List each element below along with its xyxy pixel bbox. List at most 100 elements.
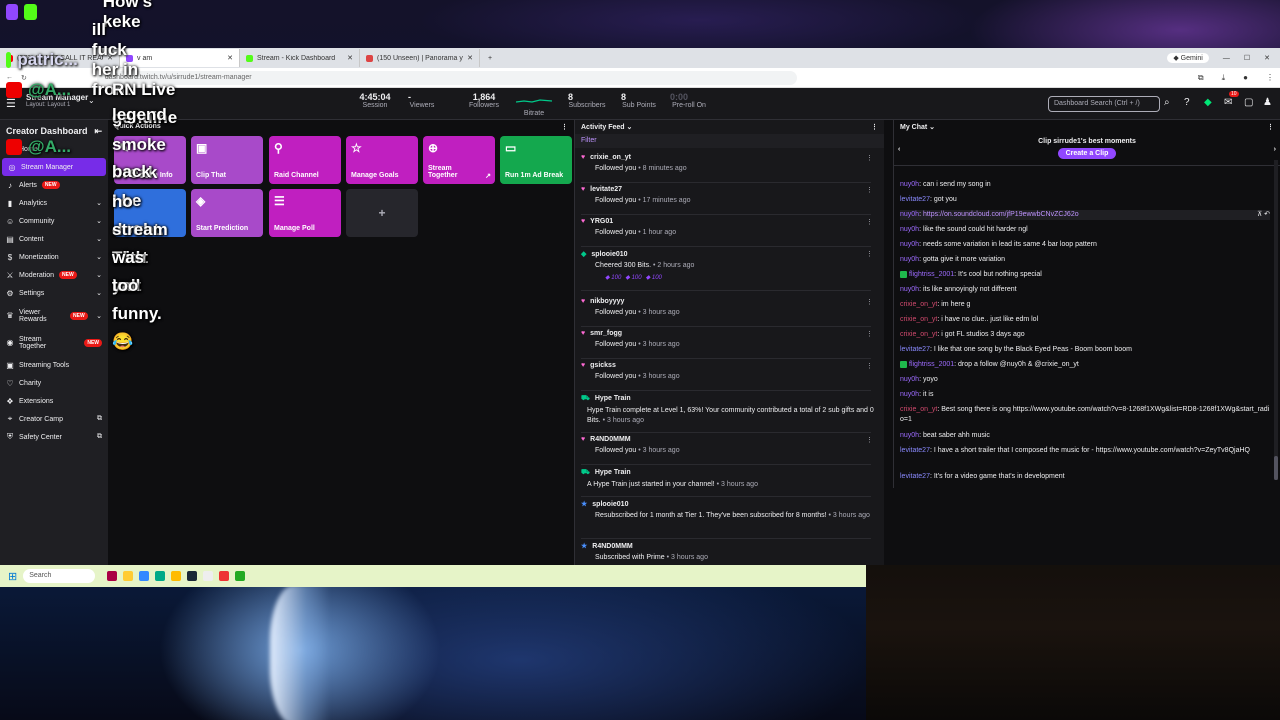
help-icon[interactable]: ? [1184, 97, 1190, 108]
sidebar-item-creator-camp[interactable]: ⌖ Creator Camp ⧉ [0, 410, 108, 428]
edge-icon[interactable] [155, 571, 166, 581]
chat-title[interactable]: My Chat ⌄ ⋮ [894, 120, 1280, 134]
more-icon[interactable]: ⋮ [866, 250, 873, 258]
sidebar-item-moderation[interactable]: ⚔ Moderation NEW ⌄ [0, 266, 108, 284]
gemini-button[interactable]: ◆ Gemini [1167, 53, 1209, 63]
sidebar-item-monetization[interactable]: $ Monetization ⌄ [0, 248, 108, 266]
bits-icon[interactable]: ◆ [1204, 97, 1212, 108]
more-icon[interactable]: ⋮ [866, 218, 873, 226]
sidebar-item-content[interactable]: ▤ Content ⌄ [0, 230, 108, 248]
chevron-down-icon: ⌄ [96, 236, 102, 243]
chat-message: flightriss_2001: It's cool but nothing s… [900, 270, 1270, 280]
close-icon[interactable]: ✕ [227, 54, 233, 62]
file-explorer-icon[interactable] [139, 571, 150, 581]
sidebar-item-stream-together[interactable]: ◉ Stream Together NEW [0, 329, 108, 356]
more-icon[interactable]: ⋮ [866, 330, 873, 338]
sidebar: Creator Dashboard⇤ ⌂Home ◎Stream Manager… [0, 120, 108, 565]
filter-button[interactable]: Filter [575, 134, 884, 148]
sidebar-item-viewer-rewards[interactable]: ♛ Viewer Rewards NEW ⌄ [0, 302, 108, 329]
folder-icon[interactable] [171, 571, 182, 581]
app-icon[interactable] [123, 571, 134, 581]
inbox-icon[interactable]: ✉ [1224, 97, 1232, 108]
app-icon[interactable] [235, 571, 246, 581]
clip-icon: ▣ [196, 141, 208, 155]
mail-icon [366, 54, 373, 62]
more-icon[interactable]: ⋮ [866, 362, 873, 370]
close-window-button[interactable]: ✕ [1264, 54, 1270, 62]
file-icon[interactable] [203, 571, 214, 581]
user-avatar[interactable]: ♟ [1263, 97, 1272, 108]
menu-icon[interactable]: ⋮ [1266, 73, 1274, 83]
activity-feed-title[interactable]: Activity Feed ⌄ [581, 123, 632, 131]
chevron-down-icon: ⌄ [96, 272, 102, 279]
sidebar-item-stream-manager[interactable]: ◎ Stream Manager [2, 158, 106, 176]
pin-icon[interactable]: ⊼ ↶ [1257, 210, 1270, 220]
chat-link[interactable]: https://on.soundcloud.com/jfP19ewwbCNvZC… [923, 211, 1079, 218]
kick-icon [246, 54, 253, 62]
heart-icon: ♥ [581, 362, 586, 369]
maximize-button[interactable]: ☐ [1244, 54, 1250, 62]
add-action-tile[interactable]: + [346, 189, 418, 237]
notification-badge: 10 [1229, 91, 1239, 97]
dashboard-search-input[interactable]: Dashboard Search (Ctrl + /) [1048, 96, 1160, 112]
sidebar-item-alerts[interactable]: ♪ Alerts NEW [0, 176, 108, 194]
chat-message: nuy0h: yoyo [900, 376, 938, 383]
more-icon[interactable]: ⋮ [866, 436, 873, 444]
chevron-right-icon[interactable]: › [1274, 146, 1276, 153]
url-input[interactable]: dashboard.twitch.tv/u/sirrude1/stream-ma… [96, 70, 797, 85]
money-icon: $ [7, 252, 13, 262]
app-icon[interactable] [107, 571, 118, 581]
more-icon[interactable]: ⋮ [866, 298, 873, 306]
windows-start-icon[interactable]: ⊞ [8, 570, 17, 583]
sidebar-item-settings[interactable]: ⚙ Settings ⌄ [0, 284, 108, 302]
browser-tab[interactable]: (150 Unseen) | Panorama your... ✕ [360, 49, 480, 67]
download-icon[interactable]: ⤓ [1222, 73, 1226, 83]
collapse-icon[interactable]: ⇤ [94, 126, 102, 137]
manage-poll-tile[interactable]: ☰ Manage Poll [269, 189, 341, 237]
activity-item: ♥ nikboyyyy Followed you • 3 hours ago ⋮ [581, 298, 873, 316]
start-prediction-tile[interactable]: ◈ Start Prediction [191, 189, 263, 237]
overlay-chat-line: @A... [6, 80, 85, 100]
chat-scrollbar[interactable] [1274, 160, 1278, 480]
search-icon[interactable]: ⌕ [1164, 97, 1170, 108]
more-icon[interactable]: ⋮ [871, 123, 878, 131]
close-icon[interactable]: ✕ [467, 54, 473, 62]
sidebar-item-streaming-tools[interactable]: ▣ Streaming Tools [0, 356, 108, 374]
more-icon[interactable]: ⋮ [866, 154, 873, 162]
sword-icon: ⚔ [6, 270, 14, 280]
new-tab-button[interactable]: + [480, 55, 500, 62]
whispers-icon[interactable]: ▢ [1244, 97, 1253, 108]
manage-goals-tile[interactable]: ☆ Manage Goals [346, 136, 418, 184]
chat-message: nuy0h: it is [900, 391, 934, 398]
create-clip-button[interactable]: Create a Clip [1057, 148, 1117, 159]
close-icon[interactable]: ✕ [347, 54, 353, 62]
chat-message: crixie_on_yt: i have no clue.. just like… [900, 316, 1039, 323]
heart-icon: ♥ [581, 186, 586, 193]
sidebar-item-community[interactable]: ☺ Community ⌄ [0, 212, 108, 230]
run-ad-break-tile[interactable]: ▭ Run 1m Ad Break [500, 136, 572, 184]
more-icon[interactable]: ⋮ [561, 123, 568, 131]
extensions-icon[interactable]: ⧉ [1198, 73, 1204, 83]
prediction-icon: ◈ [196, 194, 206, 208]
chat-message: nuy0h: can i send my song in [900, 181, 991, 188]
sidebar-item-analytics[interactable]: ▮ Analytics ⌄ [0, 194, 108, 212]
train-icon: ⛟ [581, 395, 590, 402]
minimize-button[interactable]: — [1223, 55, 1230, 62]
chevron-left-icon[interactable]: ‹ [898, 146, 900, 153]
sidebar-item-safety-center[interactable]: ⛨ Safety Center ⧉ [0, 428, 108, 446]
gemini-label: Gemini [1180, 55, 1203, 62]
more-icon[interactable]: ⋮ [866, 186, 873, 194]
clip-that-tile[interactable]: ▣ Clip That [191, 136, 263, 184]
star-icon: ☆ [351, 141, 362, 155]
sidebar-item-extensions[interactable]: ❖ Extensions [0, 392, 108, 410]
steam-icon[interactable] [187, 571, 198, 581]
stream-together-tile[interactable]: ⊕ Stream Together ↗ [423, 136, 495, 184]
browser-tab[interactable]: Stream - Kick Dashboard ✕ [240, 49, 360, 67]
sidebar-item-charity[interactable]: ♡ Charity [0, 374, 108, 392]
raid-channel-tile[interactable]: ⚲ Raid Channel [269, 136, 341, 184]
chrome-icon[interactable] [219, 571, 230, 581]
new-badge: NEW [84, 338, 102, 347]
taskbar-search-input[interactable]: Search [23, 569, 96, 583]
sidebar-title: Creator Dashboard [6, 126, 88, 136]
profile-avatar[interactable]: ● [1243, 73, 1248, 83]
